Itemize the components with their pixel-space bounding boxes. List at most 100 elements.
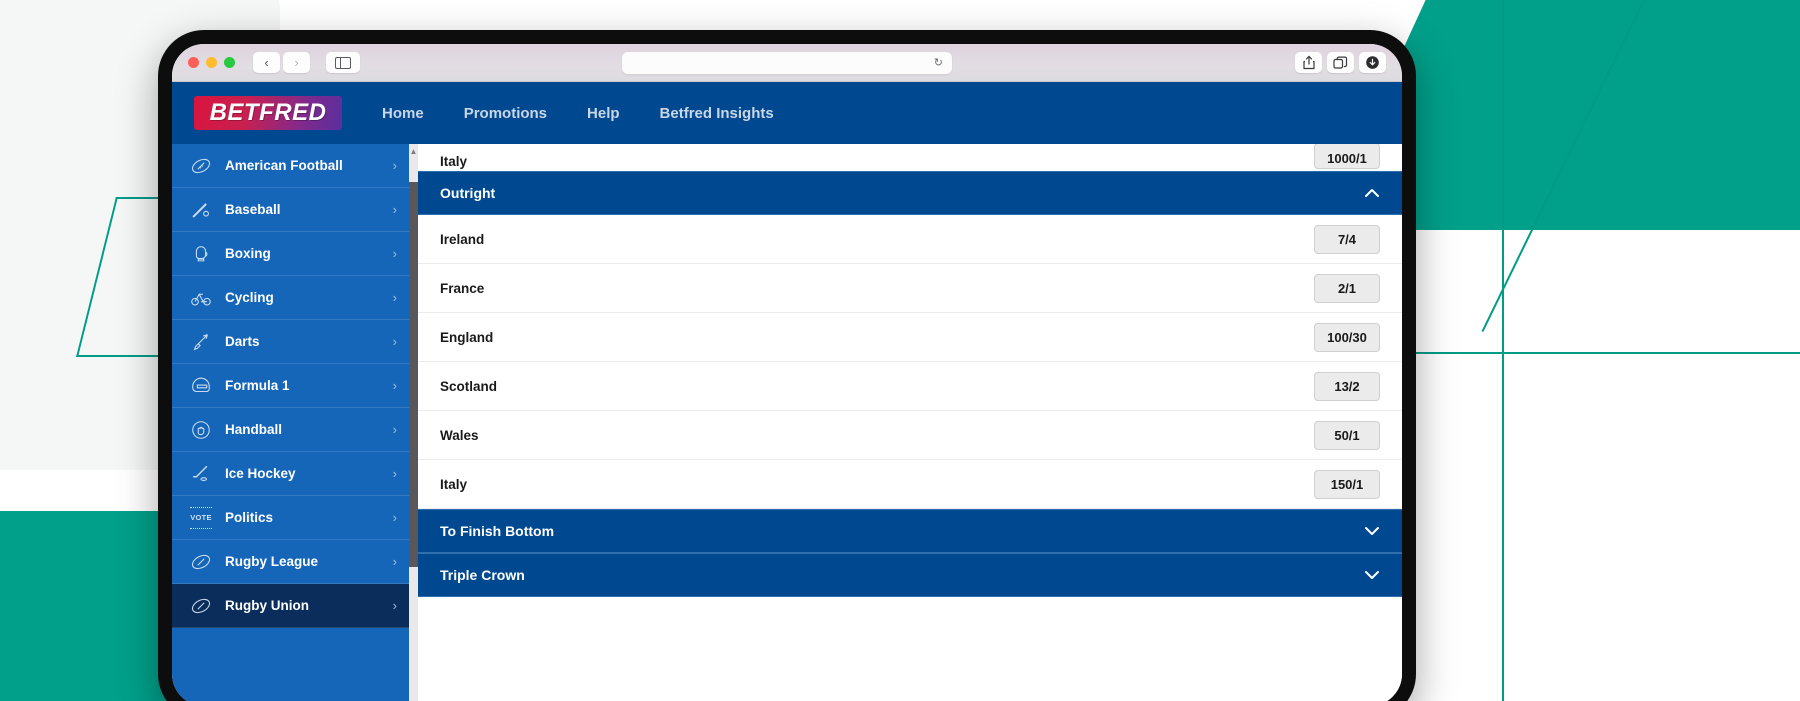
market-title: To Finish Bottom <box>440 523 555 539</box>
forward-button[interactable]: › <box>283 52 310 73</box>
browser-toolbar: ‹ › ↻ <box>172 44 1402 82</box>
scrollbar-thumb[interactable] <box>409 182 418 567</box>
odds-button[interactable]: 2/1 <box>1314 273 1380 303</box>
ice-hockey-stick-icon <box>190 463 212 485</box>
market-header-to-finish-bottom[interactable]: To Finish Bottom <box>418 509 1402 553</box>
table-row[interactable]: Wales 50/1 <box>418 411 1402 460</box>
nav-item-promotions[interactable]: Promotions <box>464 105 547 122</box>
table-row[interactable]: Ireland 7/4 <box>418 215 1402 264</box>
sidebar-item-formula-1[interactable]: Formula 1 › <box>172 364 409 408</box>
odds-button[interactable]: 7/4 <box>1314 224 1380 254</box>
odds-button[interactable]: 13/2 <box>1314 371 1380 401</box>
share-button[interactable] <box>1295 52 1322 73</box>
selection-name: England <box>440 329 494 345</box>
selection-name: Italy <box>440 476 468 492</box>
market-title: Triple Crown <box>440 567 525 583</box>
nav-item-betfred-insights[interactable]: Betfred Insights <box>660 105 774 122</box>
selection-name: Scotland <box>440 378 498 394</box>
sidebar-item-label: Rugby Union <box>225 598 309 613</box>
market-title: Outright <box>440 185 496 201</box>
sidebar-item-boxing[interactable]: Boxing › <box>172 232 409 276</box>
navigation-buttons: ‹ › <box>253 52 310 73</box>
selection-name: Wales <box>440 427 479 443</box>
chevron-down-icon[interactable] <box>1364 568 1380 583</box>
chevron-right-icon: › <box>392 158 397 173</box>
racing-helmet-icon <box>190 375 212 397</box>
table-row[interactable]: Scotland 13/2 <box>418 362 1402 411</box>
sidebar-item-label: Handball <box>225 422 283 437</box>
sidebar-panel-icon <box>335 56 351 69</box>
page-root: ‹ › ↻ BETFRED Home Promotions Help Betfr… <box>0 0 1800 701</box>
sidebar-item-rugby-union[interactable]: Rugby Union › <box>172 584 409 628</box>
reload-icon[interactable]: ↻ <box>934 56 943 69</box>
chevron-down-icon[interactable] <box>1364 524 1380 539</box>
boxing-glove-icon <box>190 243 212 265</box>
odds-button[interactable]: 100/30 <box>1314 322 1380 352</box>
sidebar-item-rugby-league[interactable]: Rugby League › <box>172 540 409 584</box>
odds-button[interactable]: 150/1 <box>1314 469 1380 499</box>
tabs-overview-button[interactable] <box>1327 52 1354 73</box>
downloads-button[interactable] <box>1359 52 1386 73</box>
markets-list: Italy 1000/1 Outright Ireland 7/4 France… <box>418 144 1402 701</box>
betfred-logo[interactable]: BETFRED <box>194 96 342 130</box>
sidebar-item-darts[interactable]: Darts › <box>172 320 409 364</box>
sidebar-item-label: Ice Hockey <box>225 466 296 481</box>
table-row[interactable]: France 2/1 <box>418 264 1402 313</box>
chevron-right-icon: › <box>392 466 397 481</box>
chevron-up-icon[interactable] <box>1364 186 1380 201</box>
market-header-triple-crown[interactable]: Triple Crown <box>418 553 1402 597</box>
sidebar-item-label: American Football <box>225 158 343 173</box>
rugby-ball-icon <box>190 551 212 573</box>
chevron-right-icon: › <box>392 334 397 349</box>
sidebar-item-handball[interactable]: Handball › <box>172 408 409 452</box>
bicycle-icon <box>190 287 212 309</box>
sidebar-item-cycling[interactable]: Cycling › <box>172 276 409 320</box>
chevron-right-icon: › <box>392 246 397 261</box>
device-frame: ‹ › ↻ BETFRED Home Promotions Help Betfr… <box>158 30 1416 701</box>
odds-button[interactable]: 50/1 <box>1314 420 1380 450</box>
handball-icon <box>190 419 212 441</box>
scroll-up-arrow-icon[interactable]: ▲ <box>409 144 418 158</box>
table-row[interactable]: Italy 1000/1 <box>418 144 1402 171</box>
vote-icon: VOTE <box>190 506 212 529</box>
sidebar-item-label: Formula 1 <box>225 378 290 393</box>
sidebar-item-ice-hockey[interactable]: Ice Hockey › <box>172 452 409 496</box>
chevron-right-icon: › <box>392 598 397 613</box>
window-controls[interactable] <box>188 57 235 68</box>
back-button[interactable]: ‹ <box>253 52 280 73</box>
close-window-button[interactable] <box>188 57 199 68</box>
download-icon <box>1366 56 1379 69</box>
selection-name: Italy <box>440 154 468 169</box>
sidebar-item-label: Cycling <box>225 290 274 305</box>
minimize-window-button[interactable] <box>206 57 217 68</box>
table-row[interactable]: England 100/30 <box>418 313 1402 362</box>
address-bar[interactable]: ↻ <box>622 51 952 74</box>
primary-navigation: Home Promotions Help Betfred Insights <box>382 105 774 122</box>
sidebar-toggle-button[interactable] <box>326 52 360 73</box>
share-icon <box>1302 55 1315 70</box>
american-football-icon <box>190 155 212 177</box>
page-body: American Football › Baseball › Boxing › … <box>172 144 1402 701</box>
toolbar-right-buttons <box>1295 52 1390 73</box>
tabs-icon <box>1333 56 1348 69</box>
rugby-ball-icon <box>190 595 212 617</box>
table-row[interactable]: Italy 150/1 <box>418 460 1402 509</box>
chevron-right-icon: › <box>392 422 397 437</box>
vertical-scrollbar[interactable]: ▲ <box>409 144 418 701</box>
odds-button[interactable]: 1000/1 <box>1314 144 1380 169</box>
background-line-vertical <box>1502 0 1504 701</box>
sidebar-item-politics[interactable]: VOTE Politics › <box>172 496 409 540</box>
nav-item-help[interactable]: Help <box>587 105 620 122</box>
sidebar-item-label: Rugby League <box>225 554 319 569</box>
market-header-outright[interactable]: Outright <box>418 171 1402 215</box>
nav-item-home[interactable]: Home <box>382 105 424 122</box>
sidebar-item-baseball[interactable]: Baseball › <box>172 188 409 232</box>
dart-icon <box>190 331 212 353</box>
sports-sidebar: American Football › Baseball › Boxing › … <box>172 144 409 701</box>
maximize-window-button[interactable] <box>224 57 235 68</box>
selection-name: France <box>440 280 485 296</box>
sidebar-item-label: Baseball <box>225 202 281 217</box>
site-header: BETFRED Home Promotions Help Betfred Ins… <box>172 82 1402 144</box>
selection-name: Ireland <box>440 231 485 247</box>
sidebar-item-american-football[interactable]: American Football › <box>172 144 409 188</box>
